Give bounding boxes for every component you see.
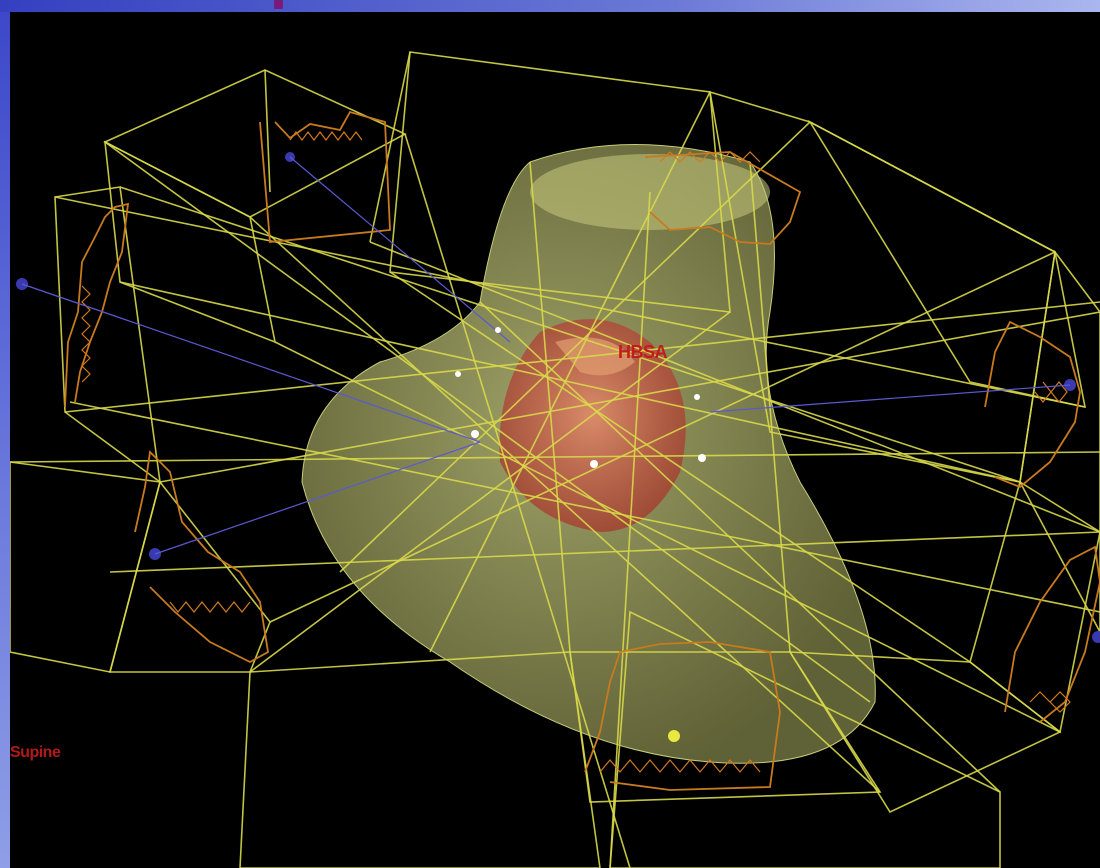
patient-orientation-label: Supine bbox=[10, 744, 61, 761]
3d-beam-viewport[interactable]: HBSA Supine bbox=[10, 12, 1100, 868]
window-top-band bbox=[0, 0, 1100, 12]
frame-marker-icon bbox=[274, 0, 283, 9]
beam-arrangement-render bbox=[10, 51, 1100, 868]
target-volume-label: HBSA bbox=[618, 342, 668, 362]
beam-focus-point-icon bbox=[668, 730, 680, 742]
